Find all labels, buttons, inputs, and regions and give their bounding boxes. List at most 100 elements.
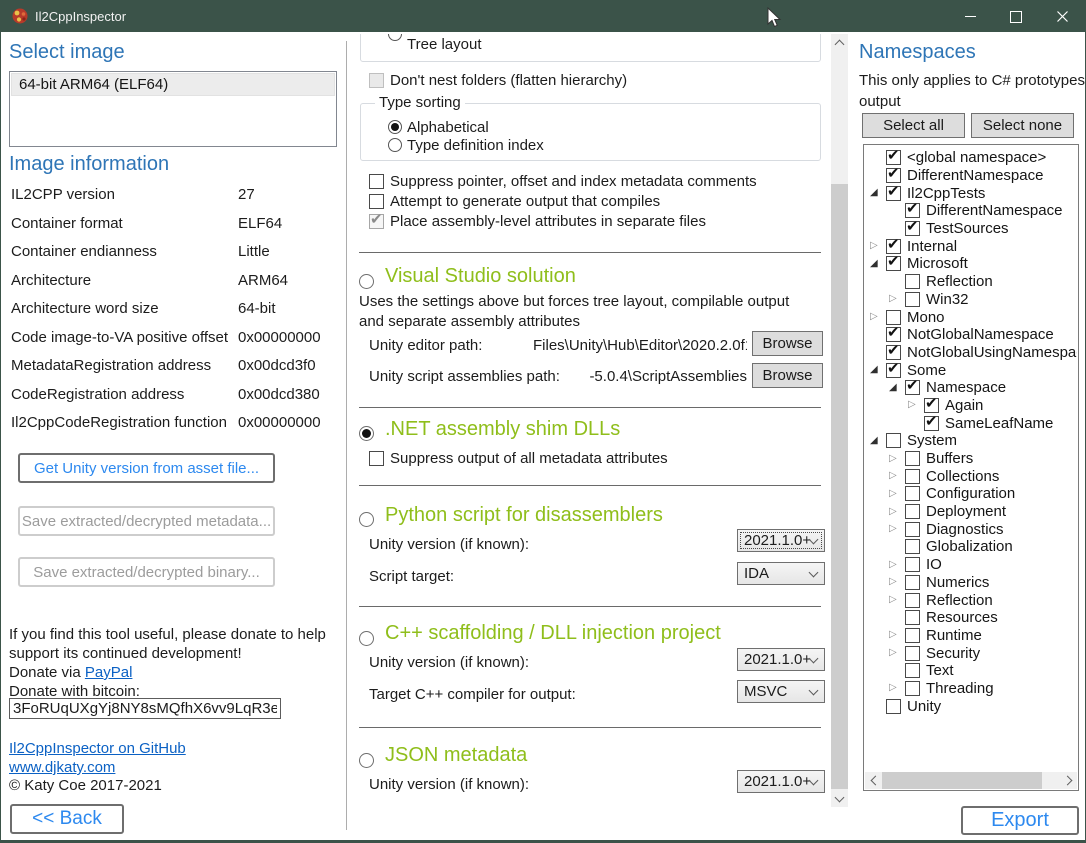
expander-closed-icon[interactable]: ▷ xyxy=(889,630,905,640)
cpp-unity-version-dropdown[interactable]: 2021.1.0+ xyxy=(737,648,825,671)
tree-checkbox[interactable] xyxy=(886,433,901,448)
tree-row[interactable]: ▷Mono xyxy=(865,308,1077,326)
suppress-metadata-attributes-checkbox[interactable] xyxy=(369,451,384,466)
json-unity-version-dropdown[interactable]: 2021.1.0+ xyxy=(737,770,825,793)
scroll-right-arrow-icon[interactable] xyxy=(1060,772,1077,789)
tree-row[interactable]: ▷Configuration xyxy=(865,485,1077,503)
json-metadata-radio[interactable] xyxy=(359,753,374,768)
expander-closed-icon[interactable]: ▷ xyxy=(889,577,905,587)
tree-row[interactable]: TestSources xyxy=(865,220,1077,238)
browse-assemblies-path-button[interactable]: Browse xyxy=(752,363,823,388)
paypal-link[interactable]: PayPal xyxy=(85,664,133,681)
tree-row[interactable]: ▷Win32 xyxy=(865,291,1077,309)
tree-row[interactable]: NotGlobalUsingNamespace xyxy=(865,344,1077,362)
shim-dlls-radio[interactable] xyxy=(359,426,374,441)
tree-row[interactable]: DifferentNamespace xyxy=(865,167,1077,185)
scroll-up-arrow-icon[interactable] xyxy=(831,34,848,51)
select-all-button[interactable]: Select all xyxy=(862,113,965,138)
expander-closed-icon[interactable]: ▷ xyxy=(889,294,905,304)
tree-checkbox[interactable] xyxy=(886,699,901,714)
options-scrollbar-thumb[interactable] xyxy=(831,184,848,789)
tree-checkbox[interactable] xyxy=(886,186,901,201)
back-button[interactable]: << Back xyxy=(10,804,124,834)
expander-closed-icon[interactable]: ▷ xyxy=(870,312,886,322)
expander-open-icon[interactable]: ◢ xyxy=(870,365,886,375)
cpp-scaffolding-radio[interactable] xyxy=(359,631,374,646)
select-none-button[interactable]: Select none xyxy=(971,113,1074,138)
tree-row[interactable]: ◢Some xyxy=(865,361,1077,379)
tree-row[interactable]: <global namespace> xyxy=(865,149,1077,167)
tree-checkbox[interactable] xyxy=(886,363,901,378)
tree-row[interactable]: Unity xyxy=(865,697,1077,715)
bitcoin-address-input[interactable] xyxy=(9,698,281,719)
expander-closed-icon[interactable]: ▷ xyxy=(889,648,905,658)
tree-checkbox[interactable] xyxy=(905,451,920,466)
tree-row[interactable]: SameLeafName xyxy=(865,414,1077,432)
website-link[interactable]: www.djkaty.com xyxy=(9,759,115,776)
tree-checkbox[interactable] xyxy=(905,575,920,590)
expander-closed-icon[interactable]: ▷ xyxy=(889,524,905,534)
python-unity-version-dropdown[interactable]: 2021.1.0+ xyxy=(737,529,825,552)
tree-row[interactable]: Text xyxy=(865,662,1077,680)
tree-checkbox[interactable] xyxy=(905,486,920,501)
tree-checkbox[interactable] xyxy=(905,274,920,289)
image-listbox[interactable]: 64-bit ARM64 (ELF64) xyxy=(9,71,337,147)
separate-attributes-checkbox[interactable] xyxy=(369,214,384,229)
tree-checkbox[interactable] xyxy=(905,646,920,661)
cpp-compiler-dropdown[interactable]: MSVC xyxy=(737,680,825,703)
tree-row[interactable]: ▷Runtime xyxy=(865,627,1077,645)
tree-row[interactable]: ▷Reflection xyxy=(865,591,1077,609)
unity-editor-path-value[interactable]: Files\Unity\Hub\Editor\2020.2.0f1 xyxy=(533,337,747,354)
github-link[interactable]: Il2CppInspector on GitHub xyxy=(9,740,186,757)
minimize-button[interactable] xyxy=(947,1,993,32)
tree-scrollbar-thumb[interactable] xyxy=(882,772,1042,789)
expander-open-icon[interactable]: ◢ xyxy=(889,383,905,393)
export-button[interactable]: Export xyxy=(961,806,1079,835)
tree-checkbox[interactable] xyxy=(905,628,920,643)
save-metadata-button[interactable]: Save extracted/decrypted metadata... xyxy=(18,506,275,536)
save-binary-button[interactable]: Save extracted/decrypted binary... xyxy=(18,557,275,587)
tree-row[interactable]: ◢Microsoft xyxy=(865,255,1077,273)
tree-checkbox[interactable] xyxy=(905,203,920,218)
type-definition-index-radio[interactable] xyxy=(388,138,402,152)
titlebar[interactable]: Il2CppInspector xyxy=(1,1,1085,32)
python-script-radio[interactable] xyxy=(359,512,374,527)
tree-checkbox[interactable] xyxy=(905,610,920,625)
scroll-left-arrow-icon[interactable] xyxy=(865,772,882,789)
expander-closed-icon[interactable]: ▷ xyxy=(889,454,905,464)
expander-closed-icon[interactable]: ▷ xyxy=(889,471,905,481)
expander-closed-icon[interactable]: ▷ xyxy=(870,241,886,251)
suppress-comments-checkbox[interactable] xyxy=(369,174,384,189)
expander-closed-icon[interactable]: ▷ xyxy=(889,595,905,605)
get-unity-version-button[interactable]: Get Unity version from asset file... xyxy=(18,453,275,483)
tree-row[interactable]: ▷Buffers xyxy=(865,450,1077,468)
tree-row[interactable]: ◢System xyxy=(865,432,1077,450)
tree-checkbox[interactable] xyxy=(905,663,920,678)
expander-closed-icon[interactable]: ▷ xyxy=(889,683,905,693)
tree-row[interactable]: DifferentNamespace xyxy=(865,202,1077,220)
script-target-dropdown[interactable]: IDA xyxy=(737,562,825,585)
flatten-hierarchy-checkbox[interactable] xyxy=(369,73,384,88)
expander-open-icon[interactable]: ◢ xyxy=(870,259,886,269)
maximize-button[interactable] xyxy=(993,1,1039,32)
tree-checkbox[interactable] xyxy=(886,239,901,254)
expander-open-icon[interactable]: ◢ xyxy=(870,436,886,446)
alphabetical-radio[interactable] xyxy=(388,120,402,134)
tree-row[interactable]: ▷Collections xyxy=(865,467,1077,485)
tree-horizontal-scrollbar[interactable] xyxy=(865,772,1077,789)
image-list-item[interactable]: 64-bit ARM64 (ELF64) xyxy=(11,73,335,96)
tree-row[interactable]: ◢Namespace xyxy=(865,379,1077,397)
tree-row[interactable]: ▷IO xyxy=(865,556,1077,574)
expander-closed-icon[interactable]: ▷ xyxy=(889,489,905,499)
tree-checkbox[interactable] xyxy=(905,469,920,484)
tree-row[interactable]: ▷Again xyxy=(865,397,1077,415)
visual-studio-radio[interactable] xyxy=(359,274,374,289)
tree-row[interactable]: ▷Diagnostics xyxy=(865,520,1077,538)
expander-closed-icon[interactable]: ▷ xyxy=(889,507,905,517)
options-scrollbar[interactable] xyxy=(831,34,848,807)
tree-checkbox[interactable] xyxy=(905,681,920,696)
tree-checkbox[interactable] xyxy=(886,168,901,183)
script-assemblies-path-value[interactable]: -5.0.4\ScriptAssemblies xyxy=(533,368,747,385)
tree-row[interactable]: Resources xyxy=(865,609,1077,627)
tree-checkbox[interactable] xyxy=(886,345,901,360)
